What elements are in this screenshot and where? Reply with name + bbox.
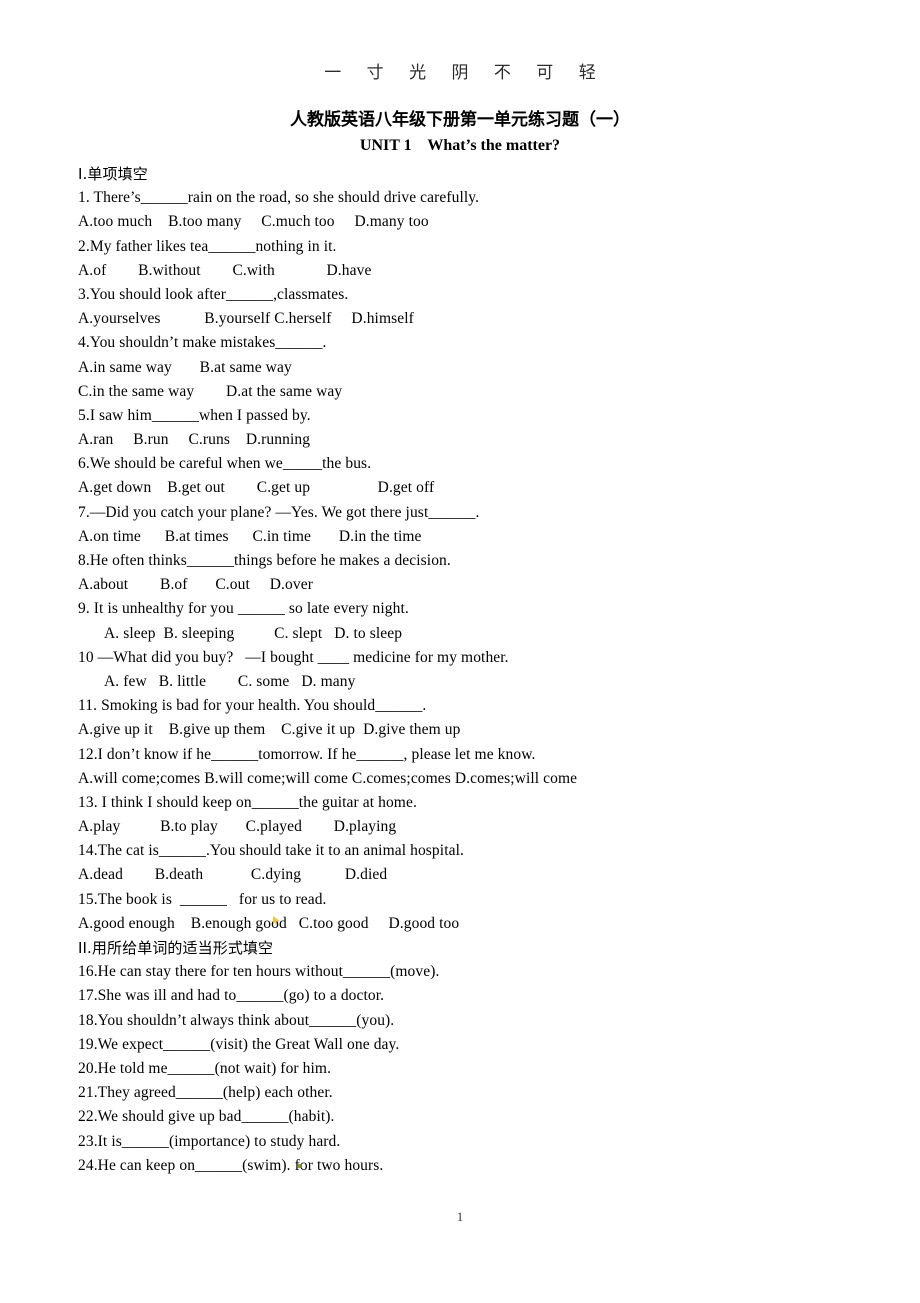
- page-title: 人教版英语八年级下册第一单元练习题（一）: [290, 110, 630, 130]
- worksheet-line: A.too much B.too many C.much too D.many …: [78, 213, 429, 231]
- section-heading: I.单项填空: [78, 165, 148, 183]
- worksheet-line: 8.He often thinks______things before he …: [78, 552, 451, 569]
- ink-mark-artifact: [298, 1164, 302, 1168]
- worksheet-line: 23.It is______(importance) to study hard…: [78, 1132, 341, 1150]
- worksheet-line: 9. It is unhealthy for you ______ so lat…: [78, 600, 409, 618]
- worksheet-line: 13. I think I should keep on______the gu…: [78, 793, 417, 811]
- worksheet-line: 5.I saw him______when I passed by.: [78, 406, 311, 424]
- worksheet-line: 15.The book is ______ for us to read.: [78, 890, 327, 908]
- worksheet-line: A.will come;comes B.will come;will come …: [78, 769, 578, 787]
- worksheet-line: 1. There’s______rain on the road, so she…: [78, 189, 480, 207]
- worksheet-line: 21.They agreed______(help) each other.: [78, 1084, 333, 1102]
- worksheet-line: 16.He can stay there for ten hours witho…: [78, 963, 440, 981]
- worksheet-line: A.dead B.death C.dying D.died: [78, 866, 388, 884]
- worksheet-line: A.about B.of C.out D.over: [78, 576, 313, 594]
- worksheet-line: A.ran B.run C.runs D.running: [78, 431, 311, 449]
- worksheet-line: 6.We should be careful when we_____the b…: [78, 455, 372, 473]
- worksheet-line: 22.We should give up bad______(habit).: [78, 1108, 335, 1126]
- worksheet-line: C.in the same way D.at the same way: [78, 382, 343, 400]
- worksheet-body: I.单项填空 1. There’s______rain on the road, …: [78, 162, 868, 1178]
- section-heading: II.用所给单词的适当形式填空: [78, 939, 274, 957]
- worksheet-line: A. few B. little C. some D. many: [104, 672, 356, 690]
- worksheet-line: 20.He told me______(not wait) for him.: [78, 1059, 332, 1077]
- document-page: 一 寸 光 阴 不 可 轻 人教版英语八年级下册第一单元练习题（一） UNIT …: [0, 0, 920, 1303]
- worksheet-line: 7.—Did you catch your plane? —Yes. We go…: [78, 503, 480, 521]
- worksheet-line: A.yourselves B.yourself C.herself D.hims…: [78, 310, 414, 328]
- worksheet-line: 10 —What did you buy? —I bought ____ med…: [78, 648, 509, 666]
- worksheet-line: A.on time B.at times C.in time D.in the …: [78, 527, 422, 545]
- worksheet-line: A.play B.to play C.played D.playing: [78, 818, 397, 836]
- worksheet-line: A.give up it B.give up them C.give it up…: [78, 721, 461, 739]
- worksheet-line: 17.She was ill and had to______(go) to a…: [78, 987, 385, 1005]
- worksheet-line: 3.You should look after______,classmates…: [78, 285, 349, 303]
- worksheet-line: 18.You shouldn’t always think about_____…: [78, 1011, 395, 1029]
- worksheet-line: 14.The cat is______.You should take it t…: [78, 842, 464, 860]
- page-number: 1: [456, 1209, 464, 1224]
- worksheet-line: A.good enough B.enough good C.too good D…: [78, 914, 460, 932]
- worksheet-line: 2.My father likes tea______nothing in it…: [78, 237, 337, 255]
- worksheet-line: 11. Smoking is bad for your health. You …: [78, 697, 427, 715]
- worksheet-line: A.get down B.get out C.get up D.get off: [78, 479, 435, 497]
- worksheet-line: A. sleep B. sleeping C. slept D. to slee…: [104, 624, 403, 642]
- worksheet-line: 12.I don’t know if he______tomorrow. If …: [78, 745, 536, 763]
- worksheet-line: A.of B.without C.with D.have: [78, 261, 372, 279]
- worksheet-line: 24.He can keep on______(swim). for two h…: [78, 1156, 384, 1174]
- running-header: 一 寸 光 阴 不 可 轻: [324, 63, 606, 83]
- worksheet-line: A.in same way B.at same way: [78, 358, 292, 376]
- worksheet-line: 19.We expect______(visit) the Great Wall…: [78, 1035, 400, 1053]
- page-subtitle: UNIT 1 What’s the matter?: [359, 137, 561, 154]
- worksheet-line: 4.You shouldn’t make mistakes______.: [78, 334, 327, 352]
